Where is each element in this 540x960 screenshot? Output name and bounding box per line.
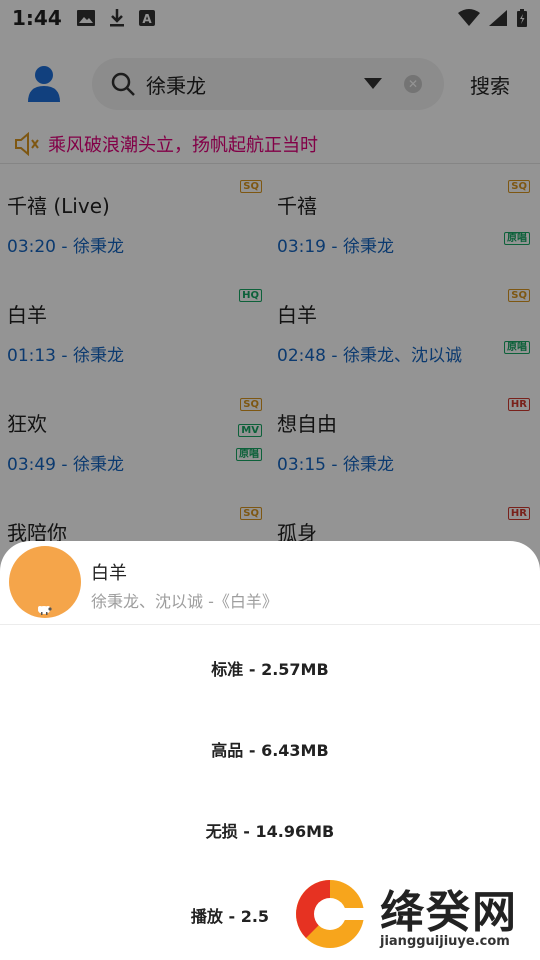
song-subtitle: 徐秉龙、沈以诚 -《白羊》 bbox=[91, 592, 278, 611]
album-cover bbox=[9, 546, 81, 618]
watermark-logo: 绛癸网 jiangguijiuye.com bbox=[294, 874, 534, 954]
sheet-header: 白羊 徐秉龙、沈以诚 -《白羊》 bbox=[0, 541, 540, 625]
watermark-name: 绛癸网 bbox=[380, 887, 518, 938]
song-title: 白羊 bbox=[91, 563, 127, 584]
quality-option-lossless[interactable]: 无损 - 14.96MB bbox=[0, 818, 540, 842]
logo-icon bbox=[296, 880, 364, 948]
watermark-url: jiangguijiuye.com bbox=[380, 934, 510, 949]
quality-option-high[interactable]: 高品 - 6.43MB bbox=[0, 737, 540, 761]
sheep-illustration-icon bbox=[38, 606, 52, 615]
quality-option-standard[interactable]: 标准 - 2.57MB bbox=[0, 656, 540, 680]
